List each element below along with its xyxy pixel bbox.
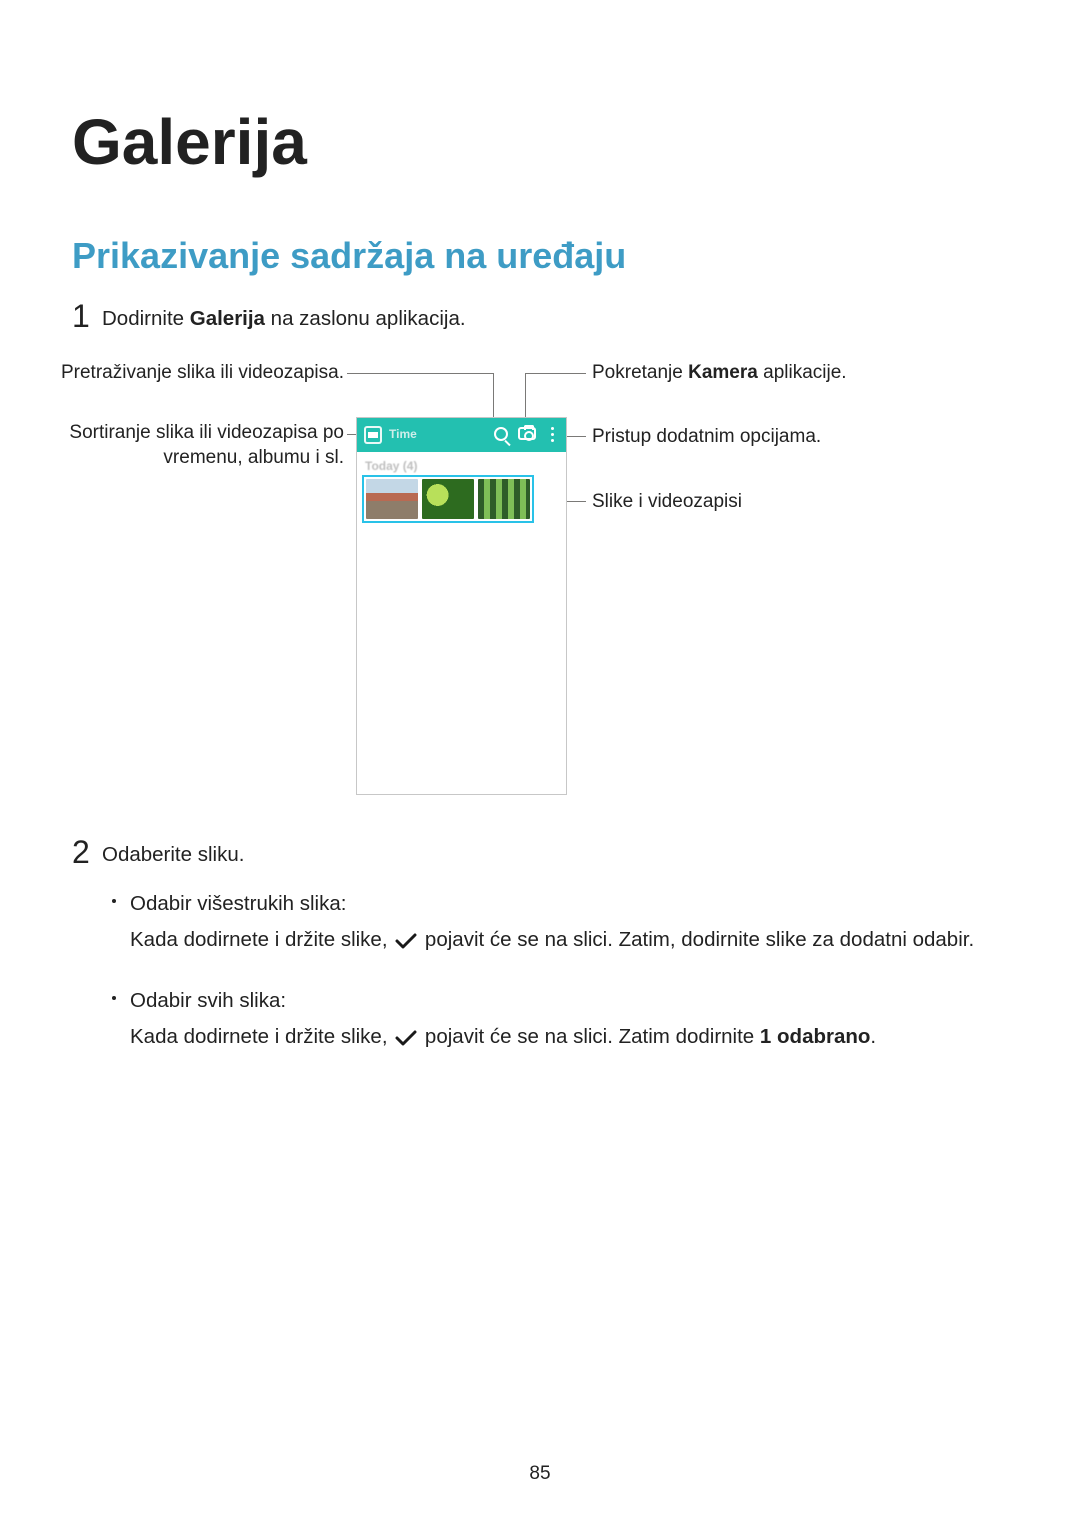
callout-search-label: Pretraživanje slika ili videozapisa.: [24, 361, 344, 386]
callout-thumbs-label: Slike i videozapisi: [592, 490, 972, 515]
connector-line: [525, 373, 586, 374]
step-1-pre: Dodirnite: [102, 307, 190, 330]
header-sort-label[interactable]: Time: [389, 427, 417, 441]
check-icon: [395, 933, 417, 949]
callout-camera-pre: Pokretanje: [592, 362, 688, 383]
section-heading: Prikazivanje sadržaja na uređaju: [72, 235, 626, 277]
bullet-2-mid: pojavit će se na slici. Zatim dodirnite: [419, 1025, 760, 1048]
bullet-2-title: Odabir svih slika:: [130, 989, 286, 1012]
callout-camera-post: aplikacije.: [758, 362, 847, 383]
bullet-2-pre: Kada dodirnete i držite slike,: [130, 1025, 393, 1048]
step-2-text: Odaberite sliku.: [102, 843, 244, 867]
bullet-item-2: Odabir svih slika: Kada dodirnete i drži…: [130, 985, 990, 1053]
bullet-dot: [112, 899, 116, 903]
step-1-post: na zaslonu aplikacija.: [265, 307, 466, 330]
bullet-dot: [112, 996, 116, 1000]
page-title: Galerija: [72, 105, 307, 179]
gallery-thumbnails-row[interactable]: [362, 475, 534, 523]
gallery-subheader: Today (4): [365, 459, 417, 473]
step-1-text: Dodirnite Galerija na zaslonu aplikacija…: [102, 307, 466, 331]
phone-screenshot: Time Today (4): [356, 417, 567, 795]
step-number-2: 2: [72, 834, 90, 871]
connector-line: [347, 373, 494, 374]
callout-camera-bold: Kamera: [688, 362, 758, 383]
callout-sort-label: Sortiranje slika ili videozapisa po vrem…: [24, 421, 344, 470]
thumbnail[interactable]: [422, 479, 474, 519]
thumbnail[interactable]: [478, 479, 530, 519]
callout-options-label: Pristup dodatnim opcijama.: [592, 425, 972, 450]
bullet-1-post: pojavit će se na slici. Zatim, dodirnite…: [419, 928, 974, 951]
document-page: Galerija Prikazivanje sadržaja na uređaj…: [0, 0, 1080, 1527]
camera-icon[interactable]: [518, 427, 536, 440]
bullet-2-post: .: [870, 1025, 876, 1048]
step-number-1: 1: [72, 298, 90, 335]
more-options-icon[interactable]: [546, 426, 558, 444]
check-icon: [395, 1030, 417, 1046]
gallery-header: Time: [357, 418, 566, 452]
page-number: 85: [0, 1463, 1080, 1485]
callout-camera-label: Pokretanje Kamera aplikacije.: [592, 361, 972, 386]
bullet-item-1: Odabir višestrukih slika: Kada dodirnete…: [130, 888, 990, 956]
step-1-bold: Galerija: [190, 307, 265, 330]
search-icon[interactable]: [494, 427, 508, 441]
bullet-2-bold: 1 odabrano: [760, 1025, 871, 1048]
bullet-1-title: Odabir višestrukih slika:: [130, 892, 346, 915]
bullet-1-pre: Kada dodirnete i držite slike,: [130, 928, 393, 951]
hamburger-icon[interactable]: [364, 426, 382, 444]
thumbnail[interactable]: [366, 479, 418, 519]
